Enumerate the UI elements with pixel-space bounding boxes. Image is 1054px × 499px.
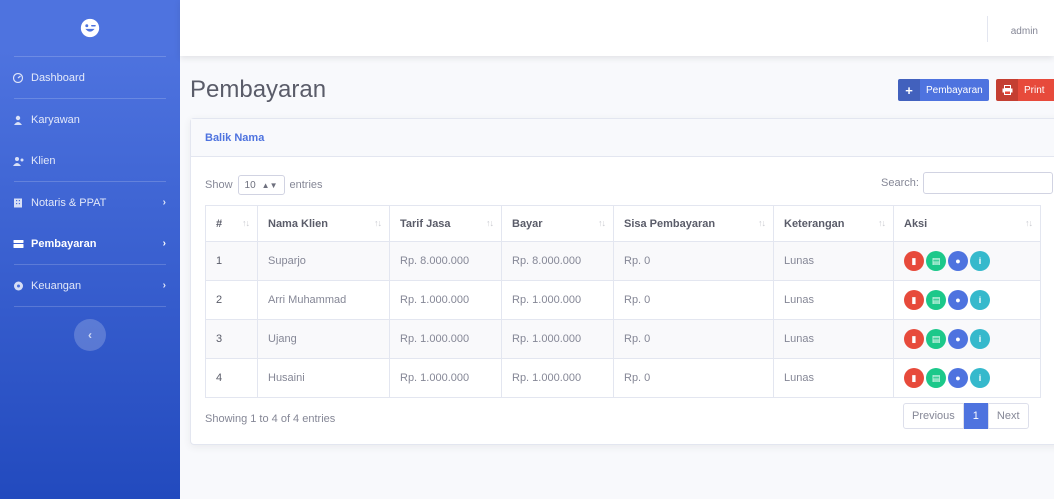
pagination-previous[interactable]: Previous bbox=[903, 403, 964, 429]
column-header[interactable]: # ↑↓ bbox=[205, 205, 258, 242]
sidebar-item-klien[interactable]: Klien bbox=[0, 140, 180, 181]
payments-card: Balik Nama Show 10 ▲▼ entries Search: # ↑… bbox=[190, 118, 1054, 445]
sidebar-item-label: Pembayaran bbox=[31, 237, 97, 250]
chevron-right-icon: › bbox=[162, 238, 166, 249]
page-title: Pembayaran bbox=[190, 76, 327, 103]
print-row-button[interactable]: ▤ bbox=[926, 290, 946, 310]
wallet-icon bbox=[13, 281, 27, 291]
print-button[interactable]: Print bbox=[996, 79, 1054, 101]
search-input[interactable] bbox=[922, 172, 1053, 194]
building-icon bbox=[13, 198, 27, 208]
sidebar-item-label: Keuangan bbox=[31, 279, 82, 292]
search-control: Search: bbox=[881, 172, 1053, 194]
delete-button[interactable]: ▮ bbox=[904, 329, 924, 349]
user-edit-icon: ● bbox=[955, 334, 961, 344]
trash-icon: ▮ bbox=[911, 294, 917, 305]
table-row: 4 Husaini Rp. 1.000.000 Rp. 1.000.000 Rp… bbox=[205, 358, 1041, 398]
money-icon bbox=[13, 239, 27, 249]
print-row-button[interactable]: ▤ bbox=[926, 329, 946, 349]
table-info: Showing 1 to 4 of 4 entries bbox=[205, 413, 336, 425]
add-pembayaran-button[interactable]: + Pembayaran bbox=[898, 79, 989, 101]
user-menu[interactable]: admin bbox=[1011, 26, 1038, 37]
topbar-divider bbox=[987, 16, 988, 42]
print-row-button[interactable]: ▤ bbox=[926, 368, 946, 388]
column-header[interactable]: Nama Klien ↑↓ bbox=[257, 205, 390, 242]
print-row-button[interactable]: ▤ bbox=[926, 251, 946, 271]
chevron-right-icon: › bbox=[162, 197, 166, 208]
user-edit-icon: ● bbox=[955, 295, 961, 305]
dashboard-icon bbox=[13, 72, 27, 83]
print-icon bbox=[996, 79, 1018, 101]
sidebar-item-notaris[interactable]: Notaris & PPAT › bbox=[0, 182, 180, 223]
sidebar-item-label: Dashboard bbox=[31, 71, 85, 84]
info-button[interactable]: i bbox=[970, 251, 990, 271]
print-icon: ▤ bbox=[931, 294, 941, 305]
info-icon: i bbox=[978, 256, 982, 266]
edit-button[interactable]: ● bbox=[948, 290, 968, 310]
info-icon: i bbox=[978, 334, 982, 344]
info-button[interactable]: i bbox=[970, 290, 990, 310]
print-icon: ▤ bbox=[931, 372, 941, 383]
sort-icon: ↑↓ bbox=[1025, 218, 1033, 228]
info-icon: i bbox=[978, 373, 982, 383]
chevron-left-icon: ‹ bbox=[88, 328, 92, 342]
info-button[interactable]: i bbox=[970, 329, 990, 349]
info-icon: i bbox=[978, 295, 982, 305]
column-header[interactable]: Keterangan ↑↓ bbox=[773, 205, 894, 242]
sort-icon: ↑↓ bbox=[598, 218, 606, 228]
delete-button[interactable]: ▮ bbox=[904, 368, 924, 388]
entries-length-control: Show 10 ▲▼ entries bbox=[205, 175, 323, 195]
trash-icon: ▮ bbox=[911, 333, 917, 344]
sidebar-toggle-button[interactable]: ‹ bbox=[74, 319, 106, 351]
pagination: Previous 1 Next bbox=[903, 403, 1029, 429]
user-edit-icon: ● bbox=[955, 256, 961, 266]
sort-icon: ↑↓ bbox=[878, 218, 886, 228]
sidebar: Dashboard Karyawan Klien Notaris & PPAT … bbox=[0, 0, 180, 499]
sort-updown-icon: ▲▼ bbox=[261, 180, 278, 190]
sort-icon: ↑↓ bbox=[374, 218, 382, 228]
edit-button[interactable]: ● bbox=[948, 368, 968, 388]
trash-icon: ▮ bbox=[911, 372, 917, 383]
sort-icon: ↑↓ bbox=[758, 218, 766, 228]
sidebar-item-pembayaran[interactable]: Pembayaran › bbox=[0, 223, 180, 264]
column-header[interactable]: Sisa Pembayaran ↑↓ bbox=[613, 205, 774, 242]
laugh-wink-icon bbox=[80, 18, 100, 38]
delete-button[interactable]: ▮ bbox=[904, 290, 924, 310]
column-header[interactable]: Aksi ↑↓ bbox=[893, 205, 1041, 242]
topbar: admin bbox=[180, 0, 1054, 56]
sort-icon: ↑↓ bbox=[486, 218, 494, 228]
delete-button[interactable]: ▮ bbox=[904, 251, 924, 271]
print-icon: ▤ bbox=[931, 255, 941, 266]
sidebar-item-label: Karyawan bbox=[31, 113, 80, 126]
print-icon: ▤ bbox=[931, 333, 941, 344]
trash-icon: ▮ bbox=[911, 255, 917, 266]
users-icon bbox=[13, 156, 27, 166]
chevron-right-icon: › bbox=[162, 280, 166, 291]
pagination-next[interactable]: Next bbox=[987, 403, 1029, 429]
column-header[interactable]: Tarif Jasa ↑↓ bbox=[389, 205, 502, 242]
user-edit-icon: ● bbox=[955, 373, 961, 383]
table-row: 3 Ujang Rp. 1.000.000 Rp. 1.000.000 Rp. … bbox=[205, 319, 1041, 359]
table-row: 2 Arri Muhammad Rp. 1.000.000 Rp. 1.000.… bbox=[205, 280, 1041, 320]
table-row: 1 Suparjo Rp. 8.000.000 Rp. 8.000.000 Rp… bbox=[205, 241, 1041, 281]
sidebar-item-label: Notaris & PPAT bbox=[31, 196, 107, 209]
edit-button[interactable]: ● bbox=[948, 251, 968, 271]
entries-select[interactable]: 10 ▲▼ bbox=[237, 175, 285, 195]
sidebar-item-karyawan[interactable]: Karyawan bbox=[0, 99, 180, 140]
sidebar-item-dashboard[interactable]: Dashboard bbox=[0, 57, 180, 98]
pagination-page-1[interactable]: 1 bbox=[963, 403, 988, 429]
info-button[interactable]: i bbox=[970, 368, 990, 388]
user-icon bbox=[13, 115, 27, 125]
sort-icon: ↑↓ bbox=[242, 218, 250, 228]
sidebar-item-keuangan[interactable]: Keuangan › bbox=[0, 265, 180, 306]
payments-table: # ↑↓ Nama Klien ↑↓ Tarif Jasa ↑↓ Bayar ↑↓ Si… bbox=[205, 205, 1041, 398]
brand-logo[interactable] bbox=[0, 0, 180, 56]
plus-icon: + bbox=[898, 79, 920, 101]
card-title: Balik Nama bbox=[191, 119, 1054, 157]
edit-button[interactable]: ● bbox=[948, 329, 968, 349]
column-header[interactable]: Bayar ↑↓ bbox=[501, 205, 614, 242]
sidebar-item-label: Klien bbox=[31, 154, 56, 167]
